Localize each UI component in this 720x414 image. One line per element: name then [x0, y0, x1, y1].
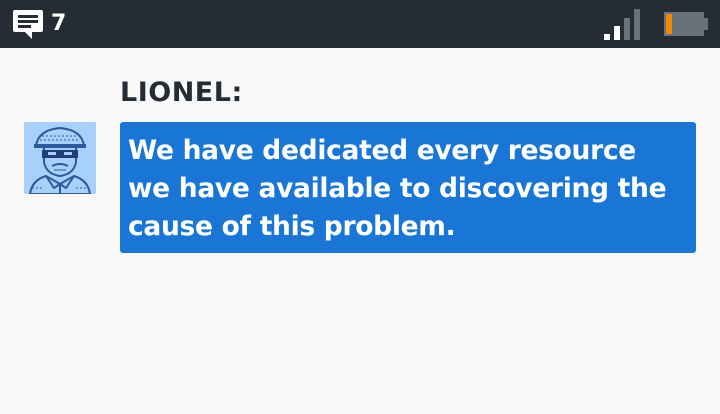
status-bar: 7: [0, 0, 720, 48]
detective-portrait-icon: [28, 126, 92, 194]
dialog-message: We have dedicated every resource we have…: [128, 135, 667, 242]
dialog-bubble[interactable]: We have dedicated every resource we have…: [120, 122, 696, 253]
signal-bars-icon: [604, 9, 640, 40]
avatar: [24, 122, 96, 194]
speaker-name: LIONEL:: [120, 77, 243, 108]
battery-icon: [664, 12, 708, 36]
chat-bubble-icon[interactable]: [12, 8, 44, 40]
message-count: 7: [51, 11, 67, 36]
